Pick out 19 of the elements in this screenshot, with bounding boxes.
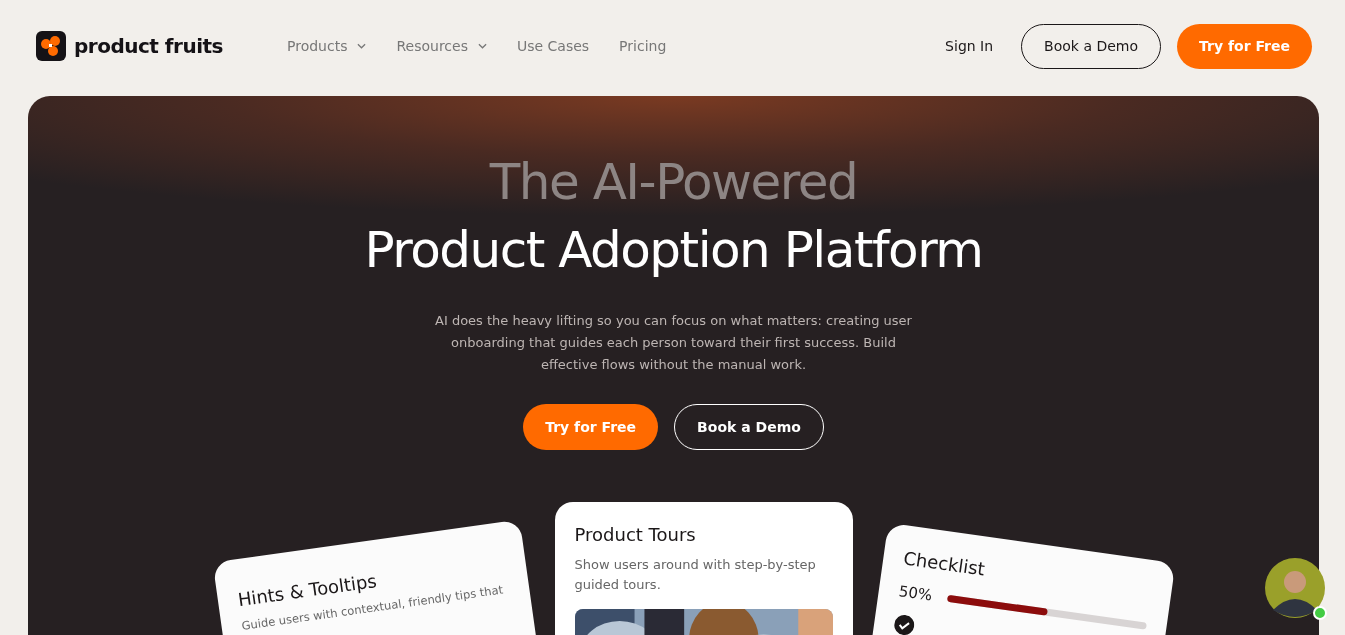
sign-in-link[interactable]: Sign In — [945, 38, 994, 54]
feature-card[interactable]: Product Tours Show users around with step-by-step guided tours. — [554, 502, 853, 635]
caret-icon — [477, 43, 487, 49]
hero-title: The AI-Powered — [489, 152, 858, 213]
logo-text[interactable]: product fruits — [74, 34, 223, 58]
progress-percent: 50% — [897, 582, 933, 605]
nav-link[interactable]: Pricing — [619, 38, 667, 54]
hero-title: Product Adoption Platform — [364, 220, 983, 281]
chat-avatar[interactable] — [1265, 558, 1325, 618]
nav-link[interactable]: Products — [287, 38, 367, 54]
check-icon — [892, 613, 916, 635]
card-text: Show users around with step-by-step guided tours. — [574, 556, 817, 594]
hero-subtitle: AI does the heavy lifting so you can focus on what matters: creating user onboarding that guides each person toward their first success. Build effective flows without the manual work. — [434, 312, 913, 374]
card-title: Product Tours — [574, 524, 697, 545]
nav-link[interactable]: Use Cases — [516, 38, 590, 54]
card-title: Checklist — [901, 547, 987, 582]
nav-link[interactable]: Resources — [396, 38, 487, 54]
caret-icon — [357, 43, 367, 49]
logo-icon — [36, 31, 66, 61]
